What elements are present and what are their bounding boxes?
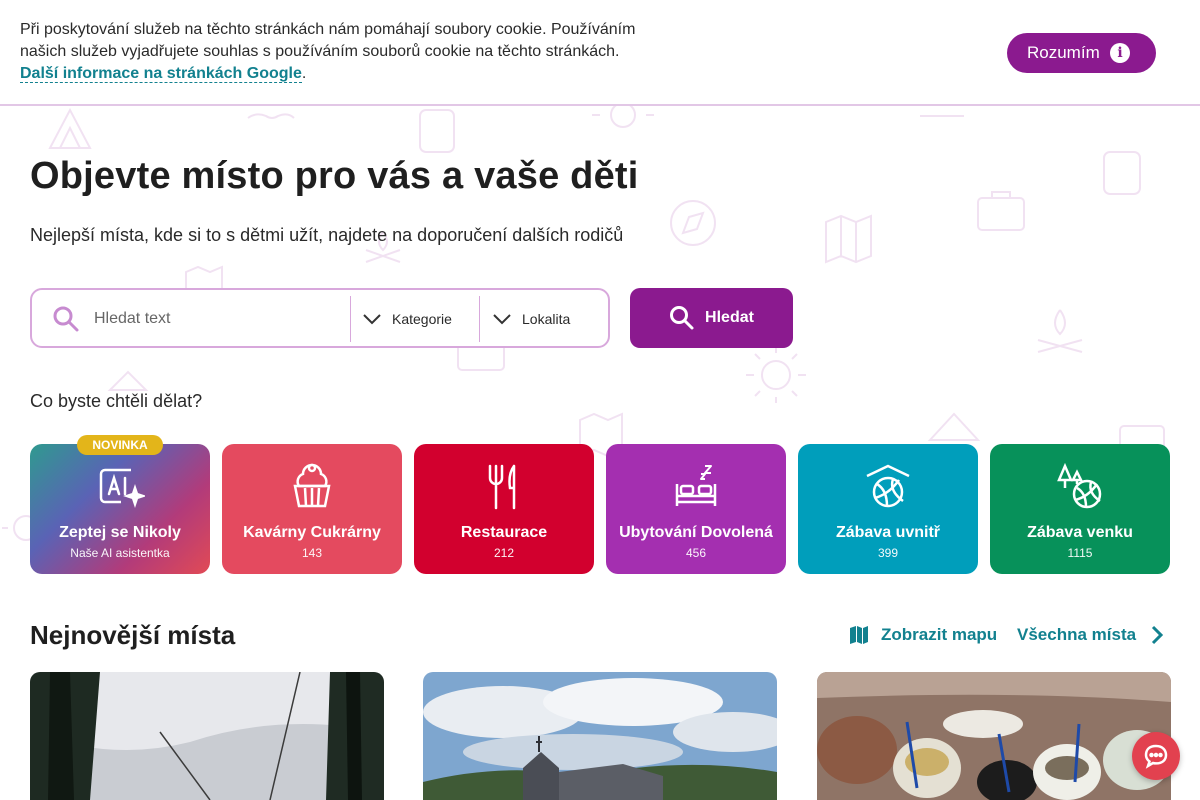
location-select-label: Lokalita — [522, 311, 571, 327]
location-select[interactable]: Lokalita — [492, 296, 602, 342]
fork-knife-icon — [488, 464, 516, 510]
all-places-label: Všechna místa — [1017, 625, 1137, 644]
category-count: 399 — [877, 546, 899, 560]
search-divider — [479, 296, 480, 342]
place-card-pottery[interactable] — [817, 672, 1171, 800]
place-photo-forest — [30, 672, 384, 800]
category-tile-indoor-fun[interactable]: Zábava uvnitř 399 — [798, 444, 978, 574]
cookie-consent-bar: Při poskytování služeb na těchto stránká… — [0, 0, 1200, 106]
category-title: Zeptej se Nikoly — [59, 524, 181, 541]
page-subtitle: Nejlepší místa, kde si to s dětmi užít, … — [30, 225, 624, 245]
category-title: Restaurace — [460, 524, 548, 541]
cookie-more-info-link[interactable]: Další informace na stránkách Google — [20, 65, 302, 83]
bed-icon — [675, 465, 717, 506]
section-title-newest: Nejnovější místa — [30, 620, 236, 650]
ai-sparkle-icon — [99, 468, 145, 508]
page-title: Objevte místo pro vás a vaše děti — [30, 155, 639, 197]
show-map-link[interactable]: Zobrazit mapu — [849, 624, 997, 646]
place-photo-church — [423, 672, 777, 800]
place-photo-pottery — [817, 672, 1171, 800]
category-count: 456 — [685, 546, 707, 560]
category-select[interactable]: Kategorie — [362, 296, 480, 342]
cookie-trailing-dot: . — [301, 65, 307, 82]
search-box: Kategorie Lokalita — [30, 288, 610, 348]
chevron-right-icon — [1152, 625, 1164, 645]
cupcake-icon — [293, 463, 331, 508]
category-title: Ubytování Dovolená — [619, 524, 773, 541]
search-button[interactable]: Hledat — [630, 288, 793, 348]
search-icon — [670, 306, 694, 330]
cookie-message: Při poskytování služeb na těchto stránká… — [20, 19, 680, 85]
chevron-down-icon — [363, 314, 381, 325]
category-count: 143 — [301, 546, 323, 560]
category-tile-cafes[interactable]: Kavárny Cukrárny 143 — [222, 444, 402, 574]
chat-bubble-icon — [1144, 744, 1168, 769]
category-select-label: Kategorie — [392, 311, 452, 327]
cookie-accept-label: Rozumím — [1027, 43, 1100, 62]
all-places-link[interactable]: Všechna místa — [1017, 624, 1164, 646]
category-count: Naše AI asistentka — [70, 546, 170, 560]
outdoor-ball-icon — [1057, 462, 1102, 509]
show-map-label: Zobrazit mapu — [881, 625, 998, 644]
category-count: 212 — [493, 546, 515, 560]
category-title: Kavárny Cukrárny — [243, 524, 381, 541]
activity-question: Co byste chtěli dělat? — [30, 391, 203, 411]
map-icon — [850, 626, 868, 644]
place-card-forest[interactable] — [30, 672, 384, 800]
chevron-down-icon — [493, 314, 511, 325]
search-input[interactable] — [92, 300, 346, 338]
category-title: Zábava uvnitř — [835, 524, 941, 541]
place-card-church[interactable] — [423, 672, 777, 800]
category-tile-ai-assistant[interactable]: Zeptej se Nikoly Naše AI asistentka — [30, 444, 210, 574]
category-title: Zábava venku — [1027, 524, 1133, 541]
category-count: 1115 — [1067, 546, 1093, 560]
chat-button[interactable] — [1132, 732, 1180, 780]
category-tile-accommodation[interactable]: Ubytování Dovolená 456 — [606, 444, 786, 574]
category-tile-restaurants[interactable]: Restaurace 212 — [414, 444, 594, 574]
search-divider — [350, 296, 351, 342]
indoor-ball-icon — [866, 464, 910, 508]
search-button-label: Hledat — [705, 309, 754, 326]
category-tile-outdoor-fun[interactable]: Zábava venku 1115 — [990, 444, 1170, 574]
cookie-accept-button[interactable]: Rozumím i — [1007, 33, 1156, 73]
cookie-message-text: Při poskytování služeb na těchto stránká… — [20, 21, 636, 60]
new-badge: NOVINKA — [77, 435, 163, 455]
info-icon: i — [1110, 43, 1130, 63]
search-icon — [52, 305, 80, 338]
